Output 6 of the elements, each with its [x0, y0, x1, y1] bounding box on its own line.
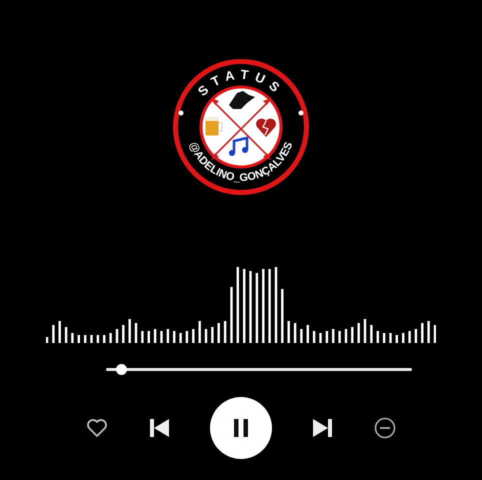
heart-icon[interactable] — [86, 418, 108, 438]
remove-icon[interactable] — [374, 417, 396, 439]
progress-thumb[interactable] — [116, 364, 127, 375]
previous-icon[interactable] — [148, 417, 170, 439]
pause-icon — [231, 417, 251, 439]
next-icon[interactable] — [312, 417, 334, 439]
